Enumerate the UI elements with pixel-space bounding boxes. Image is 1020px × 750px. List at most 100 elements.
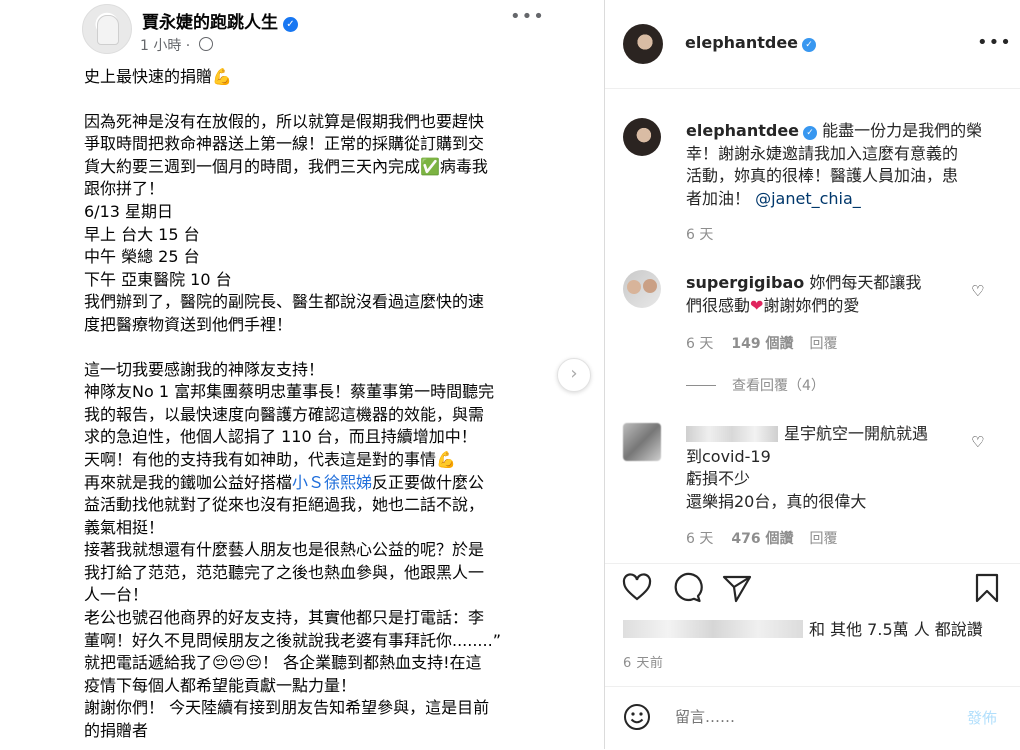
ig-post-header: elephantdee ✓ ••• xyxy=(605,0,1020,89)
ig-username-text[interactable]: elephantdee xyxy=(685,33,798,52)
ig-username[interactable]: elephantdee ✓ xyxy=(685,33,817,52)
post-line: 人一台！ xyxy=(84,585,149,605)
comment-line-1: 星宇航空一開航就遇 xyxy=(784,424,929,443)
post-body: 史上最快速的捐贈💪 因為死神是沒有在放假的，所以就算是假期我們也要趕快 爭取時間把救… xyxy=(84,66,544,743)
caption-line-4: 者加油！ xyxy=(686,188,751,208)
post-line: 因為死神是沒有在放假的，所以就算是假期我們也要趕快 xyxy=(84,111,485,131)
comment-time[interactable]: 6 天 xyxy=(686,531,713,547)
likes-summary-text[interactable]: 和 其他 7.5萬 人 都說讚 xyxy=(809,620,983,639)
comment-meta: 6 天 476 個讚 回覆 xyxy=(686,528,837,548)
post-line: 度把醫療物資送到他們手裡！ xyxy=(84,314,293,334)
emoji-icon[interactable] xyxy=(623,703,651,731)
comment-time[interactable]: 6 天 xyxy=(686,336,713,352)
caption-avatar[interactable] xyxy=(623,118,661,156)
comment-text: supergigibao 妳們每天都讓我 們很感動❤謝謝妳們的愛 xyxy=(686,272,966,317)
caption-text: elephantdee ✓ 能盡一份力是我們的榮 幸！謝謝永婕邀請我加入這麼有意義… xyxy=(686,120,986,210)
caption-line-1: 能盡一份力是我們的榮 xyxy=(822,121,983,140)
comment-line-2: 到covid-19 xyxy=(686,446,771,466)
elephantdee-avatar[interactable] xyxy=(623,24,663,64)
post-line: 接著我就想還有什麼藝人朋友也是很熱心公益的呢？於是 xyxy=(84,540,485,560)
post-line: 益活動找他就對了從來也沒有拒絕過我，她也二話不說， xyxy=(84,495,485,515)
view-replies-text[interactable]: 查看回覆（4） xyxy=(732,378,825,394)
globe-icon xyxy=(198,37,213,51)
post-line: 就把電話遞給我了😔😔😔！ 各企業聽到都熱血支持!在這 xyxy=(84,653,482,673)
commenter-avatar[interactable] xyxy=(623,423,661,461)
likes-summary: 和 其他 7.5萬 人 都說讚 xyxy=(623,616,983,640)
comment-meta: 6 天 149 個讚 回覆 xyxy=(686,333,837,353)
blurred-liker-names[interactable] xyxy=(623,620,803,638)
post-line: 6/13 星期日 xyxy=(84,201,174,221)
mention-link[interactable]: 小Ｓ徐熙娣 xyxy=(292,473,372,492)
post-line: 中午 榮總 25 台 xyxy=(84,247,200,267)
post-line: 義氣相挺！ xyxy=(84,517,165,537)
post-line: 跟你拼了！ xyxy=(84,179,165,199)
post-comment-button[interactable]: 發佈 xyxy=(967,707,997,728)
verified-icon: ✓ xyxy=(802,38,817,52)
caption-line-3: 活動，妳真的很棒！醫護人員加油，患 xyxy=(686,166,959,185)
add-comment-bar: 發佈 xyxy=(605,686,1020,750)
post-line: 疫情下每個人都希望能貢獻一點力量！ xyxy=(84,675,357,695)
action-bar xyxy=(605,563,1020,614)
caption-user[interactable]: elephantdee xyxy=(686,121,799,140)
bookmark-icon[interactable] xyxy=(971,572,1003,604)
comment-icon[interactable] xyxy=(671,572,703,604)
view-replies-button[interactable]: 查看回覆（4） xyxy=(686,375,825,395)
post-line: 求的急迫性，他個人認捐了 110 台，而且持續增加中！ xyxy=(84,427,477,447)
caption-time[interactable]: 6 天 xyxy=(686,224,713,244)
post-line: 貨大約要三週到一個月的時間，我們三天內完成✅病毒我 xyxy=(84,156,488,176)
more-options-icon[interactable]: ••• xyxy=(977,32,1012,53)
post-line-part: 再來就是我的鐵咖公益好搭檔 xyxy=(84,472,293,492)
comment-likes[interactable]: 476 個讚 xyxy=(731,531,793,547)
facebook-post-panel: 賈永婕的跑跳人生 ✓ 1 小時 · ••• 史上最快速的捐贈💪 因為死神是沒有在放假… xyxy=(0,0,604,749)
verified-icon: ✓ xyxy=(803,126,818,140)
post-header: 賈永婕的跑跳人生 ✓ 1 小時 · ••• xyxy=(82,4,545,56)
red-heart-icon: ❤ xyxy=(750,295,764,315)
instagram-panel: elephantdee ✓ ••• elephantdee ✓ 能盡一份力是我們的榮… xyxy=(605,0,1020,749)
post-line: 史上最快速的捐贈💪 xyxy=(84,67,232,86)
post-line: 老公也號召他商界的好友支持，其實他都只是打電話：李 xyxy=(84,608,485,628)
like-comment-icon[interactable]: ♡ xyxy=(971,433,984,451)
more-options-icon[interactable]: ••• xyxy=(510,6,545,27)
post-line: 爭取時間把救命神器送上第一線！正常的採購從訂購到交 xyxy=(84,134,485,154)
blurred-username[interactable] xyxy=(686,426,778,442)
post-line xyxy=(84,337,544,359)
author-name[interactable]: 賈永婕的跑跳人生 ✓ xyxy=(142,8,298,33)
comment-text: 星宇航空一開航就遇 到covid-19 虧損不少 還樂捐20台，真的很偉大 xyxy=(686,423,976,513)
comment-line-2: 們很感動 xyxy=(686,295,751,315)
post-line: 再來就是我的鐵咖公益好搭檔小Ｓ徐熙娣反正要做什麼公 xyxy=(84,472,544,495)
post-line: 早上 台大 15 台 xyxy=(84,224,200,244)
post-line: 我打給了范范，范范聽完了之後也熱血參與，他跟黑人一 xyxy=(84,562,485,582)
post-line-part: 反正要做什麼公 xyxy=(372,472,485,492)
comment-likes[interactable]: 149 個讚 xyxy=(731,336,793,352)
post-line xyxy=(84,89,544,111)
posted-time[interactable]: 6 天前 xyxy=(623,652,663,671)
author-avatar[interactable] xyxy=(82,4,132,54)
post-line: 我的報告，以最快速度向醫護方確認這機器的效能，與需 xyxy=(84,404,485,424)
share-icon[interactable] xyxy=(721,572,753,604)
post-line: 神隊友No 1 富邦集團蔡明忠董事長！蔡董事第一時間聽完 xyxy=(84,382,495,402)
next-arrow-button[interactable]: › xyxy=(557,358,591,392)
post-line: 的捐贈者 xyxy=(84,721,149,741)
heart-icon[interactable] xyxy=(621,572,653,604)
post-line: 下午 亞東醫院 10 台 xyxy=(84,269,232,289)
like-comment-icon[interactable]: ♡ xyxy=(971,282,984,300)
post-line: 董啊！好久不見問候朋友之後就說我老婆有事拜託你........” xyxy=(84,630,501,650)
reply-button[interactable]: 回覆 xyxy=(809,531,837,547)
comment-input[interactable] xyxy=(673,707,947,727)
commenter-avatar[interactable] xyxy=(623,270,661,308)
post-line: 天啊！有他的支持我有如神助，代表這是對的事情💪 xyxy=(84,449,456,469)
verified-icon: ✓ xyxy=(283,17,298,32)
comment-line-3: 謝謝妳們的愛 xyxy=(763,295,860,315)
replies-line xyxy=(686,385,716,386)
post-time[interactable]: 1 小時 · xyxy=(140,35,213,55)
mention-link[interactable]: @janet_chia_ xyxy=(755,189,861,208)
reply-button[interactable]: 回覆 xyxy=(809,336,837,352)
post-line: 謝謝你們！ 今天陸續有接到朋友告知希望參與，這是目前 xyxy=(84,698,490,718)
post-line: 我們辦到了，醫院的副院長、醫生都說沒看過這麼快的速 xyxy=(84,292,485,312)
comment-line-4: 還樂捐20台，真的很偉大 xyxy=(686,491,867,511)
comment-line-3: 虧損不少 xyxy=(686,469,751,488)
post-time-text[interactable]: 1 小時 xyxy=(140,38,181,54)
author-name-text[interactable]: 賈永婕的跑跳人生 xyxy=(142,13,278,33)
comment-user[interactable]: supergigibao xyxy=(686,273,804,292)
caption-line-2: 幸！謝謝永婕邀請我加入這麼有意義的 xyxy=(686,143,959,163)
